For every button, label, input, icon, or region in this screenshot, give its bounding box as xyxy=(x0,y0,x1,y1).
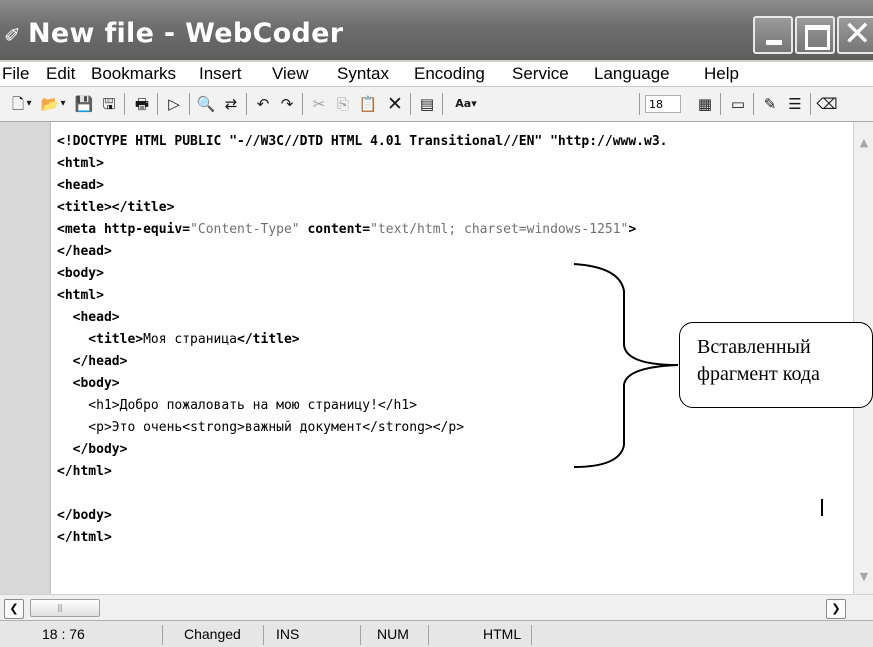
toolbar-separator xyxy=(639,93,640,115)
toolbar-separator xyxy=(246,93,247,115)
scroll-up-icon[interactable]: ▲ xyxy=(857,136,871,150)
app-pen-icon: ✐ xyxy=(4,23,21,47)
copy-icon[interactable]: ⎘ xyxy=(331,92,355,116)
maximize-icon xyxy=(805,25,830,50)
menu-help[interactable]: Help xyxy=(704,62,739,86)
redo-icon[interactable]: ↷ xyxy=(275,92,299,116)
print-icon[interactable]: 🖶 xyxy=(130,92,154,116)
align-icon[interactable]: ▦ xyxy=(693,92,717,116)
dropdown-icon[interactable]: ▾ xyxy=(22,92,36,116)
menu-insert[interactable]: Insert xyxy=(199,62,242,86)
line-gutter xyxy=(0,122,51,594)
status-bar: 18 : 76 Changed INS NUM HTML xyxy=(0,620,873,647)
curly-brace-icon xyxy=(573,263,679,468)
menu-file[interactable]: File xyxy=(2,62,29,86)
format-icon[interactable]: ▤ xyxy=(415,92,439,116)
status-separator xyxy=(428,625,429,645)
close-icon: ✕ xyxy=(843,14,872,54)
annotation-line-1: Вставленный xyxy=(697,336,811,358)
window-icon[interactable]: ▭ xyxy=(726,92,750,116)
scroll-left-icon[interactable]: ❮ xyxy=(4,599,24,619)
menu-encoding[interactable]: Encoding xyxy=(414,62,485,86)
pen-icon[interactable]: ✎ xyxy=(758,92,782,116)
menu-service[interactable]: Service xyxy=(512,62,569,86)
toolbar-separator xyxy=(442,93,443,115)
find-icon[interactable]: 🔍 xyxy=(194,92,218,116)
annotation-line-2: фрагмент кода xyxy=(697,363,820,385)
cut-icon[interactable]: ✂ xyxy=(307,92,331,116)
code-line: </body> xyxy=(57,508,112,523)
menu-bar: File Edit Bookmarks Insert View Syntax E… xyxy=(0,62,873,87)
font-icon[interactable]: Aa▾ xyxy=(448,92,484,116)
menu-bookmarks[interactable]: Bookmarks xyxy=(91,62,176,86)
eraser-icon[interactable]: ⌫ xyxy=(815,92,839,116)
insert-mode: INS xyxy=(276,626,300,642)
code-line: <!DOCTYPE HTML PUBLIC "-//W3C//DTD HTML … xyxy=(57,134,668,149)
undo-icon[interactable]: ↶ xyxy=(251,92,275,116)
menu-edit[interactable]: Edit xyxy=(46,62,75,86)
document-state: Changed xyxy=(184,626,241,642)
horizontal-scroll-thumb[interactable]: ||| xyxy=(30,599,100,617)
toolbar-separator xyxy=(720,93,721,115)
toolbar-separator xyxy=(302,93,303,115)
menu-language[interactable]: Language xyxy=(594,62,670,86)
list-icon[interactable]: ☰ xyxy=(783,92,807,116)
toolbar-separator xyxy=(157,93,158,115)
syntax-mode: HTML xyxy=(483,626,522,642)
code-line: <head> xyxy=(57,178,104,193)
num-lock: NUM xyxy=(377,626,409,642)
status-separator xyxy=(263,625,264,645)
scroll-right-icon[interactable]: ❯ xyxy=(826,599,846,619)
title-bar[interactable]: ✐ New file - WebCoder ✕ xyxy=(0,0,873,60)
horizontal-scrollbar[interactable]: ❮ ||| ❯ xyxy=(0,594,873,621)
annotation-text: Вставленный фрагмент кода xyxy=(697,334,820,388)
dropdown-icon[interactable]: ▾ xyxy=(56,92,70,116)
text-cursor xyxy=(821,499,823,516)
toolbar-separator xyxy=(124,93,125,115)
paste-icon[interactable]: 📋 xyxy=(356,92,380,116)
toolbar-separator xyxy=(189,93,190,115)
toolbar-separator xyxy=(753,93,754,115)
code-line: <html> xyxy=(57,156,104,171)
status-separator xyxy=(162,625,163,645)
replace-icon[interactable]: ⇄ xyxy=(219,92,243,116)
code-line: <meta http-equiv="Content-Type" content=… xyxy=(57,222,637,237)
close-button[interactable]: ✕ xyxy=(837,14,873,54)
save-all-icon[interactable]: 🖫 xyxy=(97,92,121,116)
run-icon[interactable]: ▷ xyxy=(162,92,186,116)
status-separator xyxy=(360,625,361,645)
grip-icon: ||| xyxy=(57,603,63,612)
scroll-down-icon[interactable]: ▼ xyxy=(857,570,871,584)
minimize-icon xyxy=(766,40,782,45)
save-icon[interactable]: 💾 xyxy=(72,92,96,116)
delete-icon[interactable]: ✕ xyxy=(383,92,407,116)
cursor-position: 18 : 76 xyxy=(42,626,85,642)
font-size-field[interactable]: 18 xyxy=(645,95,681,113)
code-line: <title></title> xyxy=(57,200,175,215)
status-separator xyxy=(531,625,532,645)
webcoder-window: ✐ New file - WebCoder ✕ File Edit Bookma… xyxy=(0,0,873,647)
minimize-button[interactable] xyxy=(753,16,793,54)
toolbar-separator xyxy=(410,93,411,115)
code-line: </html> xyxy=(57,530,112,545)
maximize-button[interactable] xyxy=(795,16,835,54)
window-title: New file - WebCoder xyxy=(28,18,344,49)
toolbar-separator xyxy=(810,93,811,115)
menu-view[interactable]: View xyxy=(272,62,309,86)
menu-syntax[interactable]: Syntax xyxy=(337,62,389,86)
toolbar: 🗋 ▾ 📂 ▾ 💾 🖫 🖶 ▷ 🔍 ⇄ ↶ ↷ ✂ ⎘ 📋 ✕ ▤ Aa▾ 18… xyxy=(0,87,873,122)
